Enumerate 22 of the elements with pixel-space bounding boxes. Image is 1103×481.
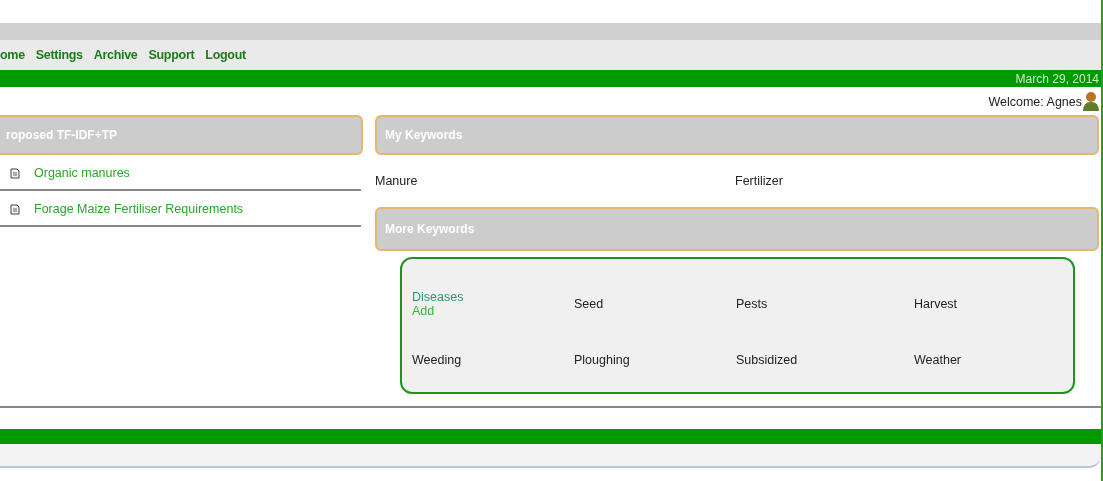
nav-link[interactable]: Archive <box>93 48 138 62</box>
keyword-text: Manure <box>375 174 419 188</box>
keyword-text: Fertilizer <box>735 174 784 188</box>
keyword-text: Ploughing <box>574 353 630 367</box>
keyword-text: Weeding <box>412 353 462 367</box>
keyword-text: Subsidized <box>736 353 798 367</box>
nav-link[interactable]: Logout <box>205 48 246 62</box>
document-icon <box>10 203 20 215</box>
keyword-text: Seed <box>574 297 604 311</box>
nav-link[interactable]: Settings <box>35 48 83 62</box>
keyword-text: Harvest <box>914 297 958 311</box>
document-link[interactable]: Forage Maize Fertiliser Requirements <box>34 202 244 216</box>
user-icon <box>1083 91 1099 111</box>
welcome-text: Welcome: Agnes <box>988 95 1082 109</box>
keyword-text: Weather <box>914 353 961 367</box>
keyword-text: Pests <box>736 297 768 311</box>
date-text: March 29, 2014 <box>1015 71 1099 86</box>
nav-link[interactable]: Support <box>148 48 195 62</box>
document-icon <box>10 167 20 179</box>
document-link[interactable]: Organic manures <box>34 166 130 180</box>
keyword-link[interactable]: Diseases <box>412 290 464 304</box>
nav-link[interactable]: ome <box>0 48 25 62</box>
